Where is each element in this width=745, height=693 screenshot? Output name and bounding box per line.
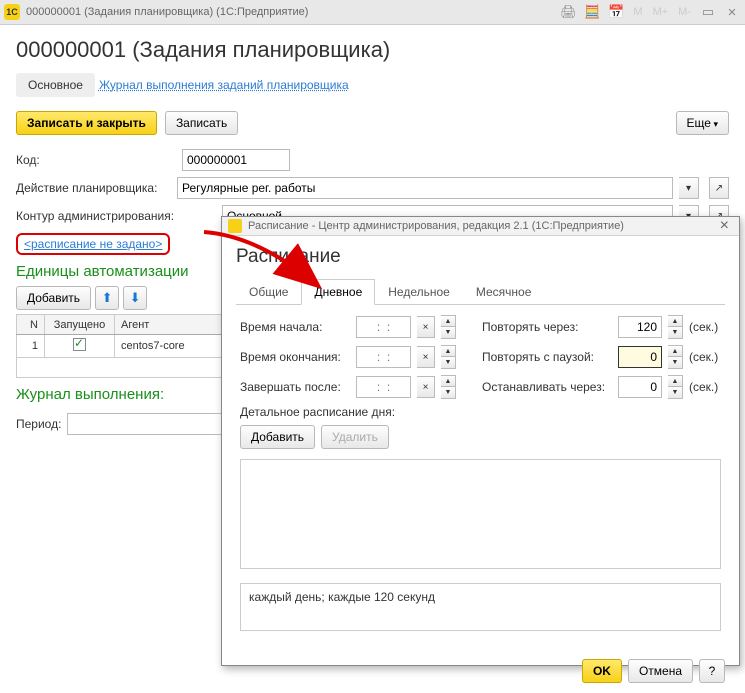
tab-general[interactable]: Общие	[236, 279, 301, 305]
spin-up-icon: ▲	[668, 346, 682, 357]
tab-main[interactable]: Основное	[16, 73, 95, 97]
code-input[interactable]	[182, 149, 290, 171]
col-launched[interactable]: Запущено	[45, 315, 115, 335]
spin-up-icon: ▲	[441, 316, 455, 327]
sek-label-3: (сек.)	[689, 380, 718, 394]
help-button[interactable]: ?	[699, 659, 725, 683]
add-unit-button[interactable]: Добавить	[16, 286, 91, 310]
end-spin[interactable]: ▲▼	[441, 345, 456, 369]
finish-after-input[interactable]	[356, 376, 411, 398]
period-label: Период:	[16, 417, 61, 431]
action-open-icon[interactable]: ↗	[709, 177, 729, 199]
move-up-icon[interactable]: ⬆	[95, 286, 119, 310]
detail-add-button[interactable]: Добавить	[240, 425, 315, 449]
start-clear-icon[interactable]: ×	[417, 316, 435, 338]
stop-after-input[interactable]	[618, 376, 662, 398]
stop-spin[interactable]: ▲▼	[668, 375, 683, 399]
finish-spin[interactable]: ▲▼	[441, 375, 456, 399]
save-close-button[interactable]: Записать и закрыть	[16, 111, 157, 135]
app-logo: 1С	[4, 4, 20, 20]
spin-up-icon: ▲	[668, 376, 682, 387]
detail-delete-button[interactable]: Удалить	[321, 425, 389, 449]
m-btn-3[interactable]: M-	[676, 6, 693, 18]
close-icon[interactable]: ×	[723, 3, 741, 21]
checkbox-icon	[73, 338, 86, 351]
sek-label: (сек.)	[689, 320, 718, 334]
schedule-dialog: Расписание - Центр администрирования, ре…	[221, 216, 740, 666]
pause-spin[interactable]: ▲▼	[668, 345, 683, 369]
end-time-label: Время окончания:	[240, 350, 350, 364]
tab-monthly[interactable]: Месячное	[463, 279, 545, 305]
col-n[interactable]: N	[17, 315, 45, 335]
repeat-pause-label: Повторять с паузой:	[482, 350, 612, 364]
kontur-label: Контур администрирования:	[16, 209, 216, 223]
action-input[interactable]	[177, 177, 673, 199]
end-time-input[interactable]	[356, 346, 411, 368]
window-titlebar: 1С 000000001 (Задания планировщика) (1С:…	[0, 0, 745, 25]
spin-down-icon: ▼	[441, 387, 455, 398]
calendar-icon[interactable]: 📅	[607, 3, 625, 21]
calc-icon[interactable]: 🧮	[583, 3, 601, 21]
spin-up-icon: ▲	[441, 376, 455, 387]
start-time-input[interactable]	[356, 316, 411, 338]
spin-down-icon: ▼	[441, 327, 455, 338]
tab-weekly[interactable]: Недельное	[375, 279, 463, 305]
spin-up-icon: ▲	[441, 346, 455, 357]
action-label: Действие планировщика:	[16, 181, 171, 195]
schedule-link[interactable]: <расписание не задано>	[16, 233, 170, 255]
print-icon[interactable]: 🖨	[559, 3, 577, 21]
start-spin[interactable]: ▲▼	[441, 315, 456, 339]
move-down-icon[interactable]: ⬇	[123, 286, 147, 310]
m-btn-2[interactable]: M+	[651, 6, 671, 18]
action-dropdown-icon[interactable]: ▾	[679, 177, 699, 199]
finish-clear-icon[interactable]: ×	[417, 376, 435, 398]
code-label: Код:	[16, 153, 76, 167]
repeat-pause-input[interactable]	[618, 346, 662, 368]
window-title: 000000001 (Задания планировщика) (1С:Пре…	[26, 6, 553, 18]
save-button[interactable]: Записать	[165, 111, 238, 135]
dialog-close-icon[interactable]: ×	[716, 217, 733, 235]
dialog-logo	[228, 219, 242, 233]
detail-schedule-label: Детальное расписание дня:	[240, 405, 721, 419]
spin-down-icon: ▼	[668, 387, 682, 398]
cancel-button[interactable]: Отмена	[628, 659, 693, 683]
minimize-icon[interactable]: ▭	[699, 3, 717, 21]
dialog-heading: Расписание	[236, 246, 725, 268]
page-title: 000000001 (Задания планировщика)	[16, 37, 729, 63]
dialog-title: Расписание - Центр администрирования, ре…	[248, 220, 710, 232]
repeat-interval-input[interactable]	[618, 316, 662, 338]
start-time-label: Время начала:	[240, 320, 350, 334]
link-journal[interactable]: Журнал выполнения заданий планировщика	[99, 73, 349, 97]
interval-spin[interactable]: ▲▼	[668, 315, 683, 339]
detail-list[interactable]	[240, 459, 721, 569]
cell-launched[interactable]	[45, 335, 115, 358]
more-button[interactable]: Еще	[676, 111, 729, 135]
repeat-interval-label: Повторять через:	[482, 320, 612, 334]
cell-n: 1	[17, 335, 45, 358]
spin-up-icon: ▲	[668, 316, 682, 327]
stop-after-label: Останавливать через:	[482, 380, 612, 394]
spin-down-icon: ▼	[668, 357, 682, 368]
m-btn-1[interactable]: M	[631, 6, 644, 18]
ok-button[interactable]: OK	[582, 659, 622, 683]
spin-down-icon: ▼	[668, 327, 682, 338]
tab-daily[interactable]: Дневное	[301, 279, 375, 305]
sek-label-2: (сек.)	[689, 350, 718, 364]
end-clear-icon[interactable]: ×	[417, 346, 435, 368]
spin-down-icon: ▼	[441, 357, 455, 368]
finish-after-label: Завершать после:	[240, 380, 350, 394]
schedule-summary: каждый день; каждые 120 секунд	[240, 583, 721, 631]
